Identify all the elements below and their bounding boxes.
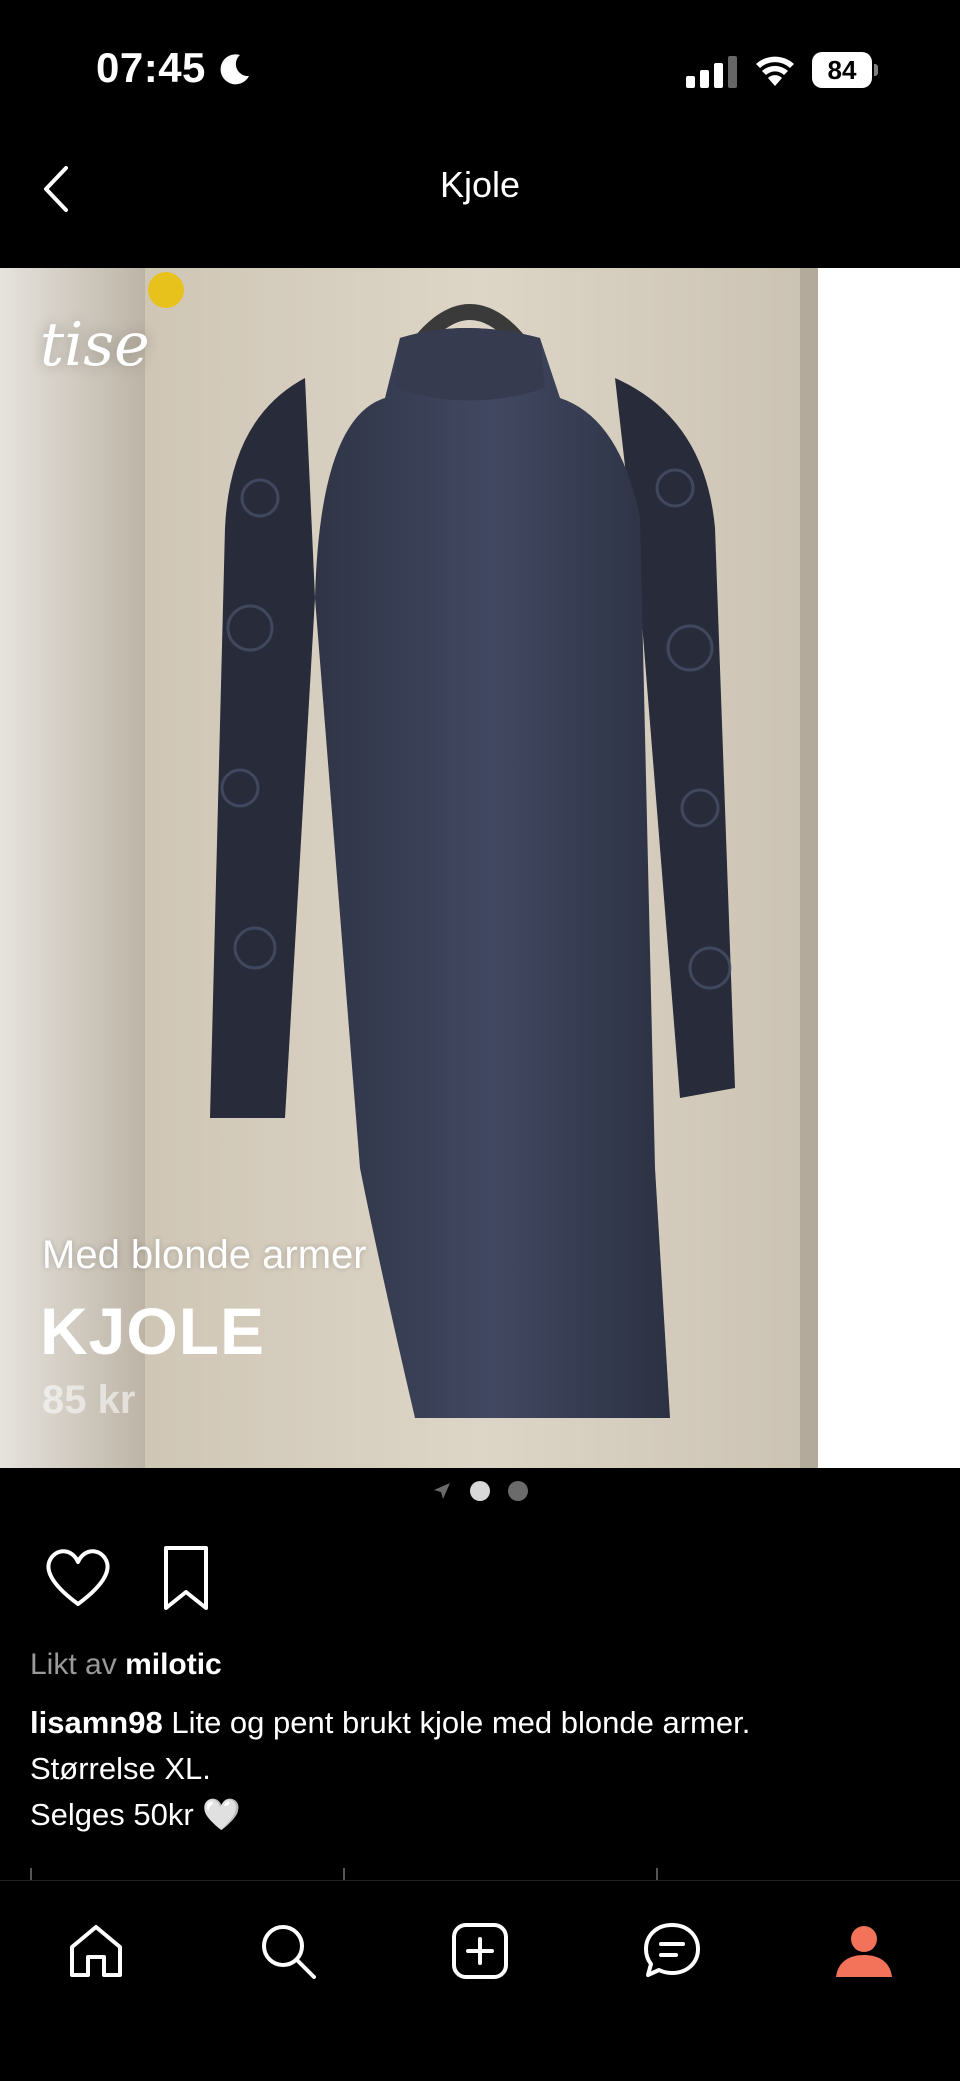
messages-icon	[644, 1923, 700, 1977]
wifi-icon	[756, 56, 794, 86]
caption-username[interactable]: lisamn98	[30, 1705, 163, 1740]
tab-profile[interactable]	[824, 1911, 904, 1991]
listing-photo[interactable]: tise Med blonde armer KJOLE 85 kr	[0, 268, 960, 1468]
status-time: 07:45	[96, 44, 206, 91]
carousel-indicator[interactable]	[0, 1476, 960, 1506]
separator	[656, 1868, 658, 1880]
listing-title: KJOLE	[40, 1294, 266, 1368]
separator	[30, 1868, 32, 1880]
home-icon	[70, 1925, 122, 1977]
post-caption: lisamn98 Lite og pent brukt kjole med bl…	[30, 1700, 930, 1838]
profile-icon	[836, 1926, 892, 1977]
tise-watermark: tise	[40, 310, 150, 380]
bottom-tab-bar	[0, 1880, 960, 2081]
battery-tip	[874, 64, 878, 76]
tab-home[interactable]	[56, 1911, 136, 1991]
caption-line-2: Størrelse XL.	[30, 1751, 211, 1786]
bookmark-icon[interactable]	[148, 1540, 224, 1616]
search-icon	[262, 1925, 316, 1979]
separator	[343, 1868, 345, 1880]
caption-line-1: lisamn98 Lite og pent brukt kjole med bl…	[30, 1700, 930, 1746]
battery-level: 84	[827, 55, 857, 85]
status-bar: 07:45 84	[0, 0, 960, 140]
location-arrow-icon	[434, 1483, 450, 1499]
add-icon	[452, 1923, 508, 1979]
liked-by-prefix: Likt av	[30, 1648, 117, 1681]
carousel-dot-active[interactable]	[470, 1481, 490, 1501]
caption-text-1: Lite og pent brukt kjole med blonde arme…	[171, 1705, 751, 1740]
listing-subtitle: Med blonde armer	[42, 1233, 367, 1277]
page-title: Kjole	[439, 164, 521, 205]
listing-price: 85 kr	[42, 1378, 136, 1422]
tab-add[interactable]	[440, 1911, 520, 1991]
tab-search[interactable]	[248, 1911, 328, 1991]
heart-icon[interactable]	[40, 1540, 116, 1616]
tab-messages[interactable]	[632, 1911, 712, 1991]
moon-icon	[220, 54, 249, 85]
content-separators	[0, 1868, 960, 1880]
caption-line-3: Selges 50kr 🤍	[30, 1797, 241, 1832]
battery-icon: 84	[812, 52, 878, 88]
carousel-dot[interactable]	[508, 1481, 528, 1501]
signal-icon	[686, 56, 737, 88]
dress-photo-image	[0, 268, 960, 1468]
post-actions	[40, 1540, 340, 1620]
liked-by-user[interactable]: milotic	[125, 1648, 222, 1681]
liked-by: Likt av milotic	[30, 1648, 222, 1682]
home-indicator	[340, 2055, 620, 2065]
nav-header: Kjole	[0, 140, 960, 268]
